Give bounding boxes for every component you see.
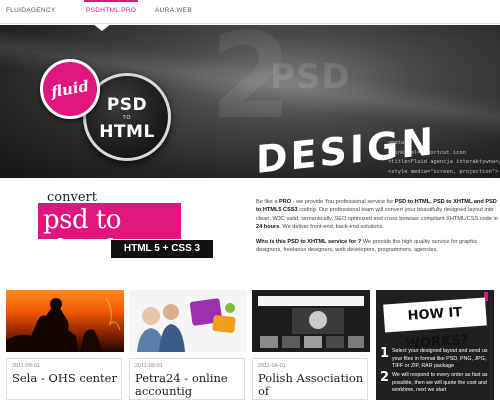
card-date: 2011-09-01 <box>135 363 163 369</box>
card-date: 2011-04-01 <box>258 363 286 369</box>
how-it-works-panel: HOW IT WORKS? 1 Select your designed lay… <box>376 290 494 400</box>
portfolio-card-petra24[interactable]: 2011-09-01 Petra24 - online accountig <box>129 358 245 400</box>
how-it-works-title: HOW IT WORKS? <box>383 297 487 352</box>
nav-link-fluidagency[interactable]: FLUIDAGENCY <box>6 7 56 14</box>
step-text: Select your designed layout and send us … <box>392 348 488 370</box>
nav-link-aura-web[interactable]: AURA.WEB <box>155 7 192 14</box>
intro-text-run: - we provide You professional service fo… <box>291 199 395 205</box>
html5-css3-tag: HTML 5 + CSS 3 <box>111 240 213 258</box>
how-step-1: 1 Select your designed layout and send u… <box>380 346 490 371</box>
card-date: 2011-09-01 <box>12 363 40 369</box>
nav-link-psdhtml-pro[interactable]: PSDHTML.PRO <box>83 0 139 14</box>
portfolio-card-polish-association[interactable]: 2011-04-01 Polish Association of <box>252 358 368 400</box>
convert-headline: convert psd to xhtml HTML 5 + CSS 3 <box>38 190 238 270</box>
intro-bold-text: 24 hours <box>256 224 280 231</box>
emblem-line-to: TO <box>122 115 132 121</box>
intro-bold-text: Who is this PSD to XHTML service for ? <box>256 238 362 245</box>
fluid-logo-text: fluid <box>49 76 91 102</box>
active-nav-caret <box>93 24 111 31</box>
card-title[interactable]: Sela - OHS center <box>12 372 118 385</box>
hero-big-psd: PSD <box>270 57 351 97</box>
portfolio-thumb-polish-association[interactable] <box>252 290 370 352</box>
emblem-line-html: HTML <box>99 122 155 142</box>
portfolio-card-sela[interactable]: 2011-09-01 Sela - OHS center <box>6 358 122 400</box>
step-text: We will respond to every order as fast a… <box>392 372 488 394</box>
step-number: 2 <box>380 370 390 385</box>
intro-bold-text: PRO <box>279 199 292 205</box>
intro-paragraph-1: Be like a PRO - we provide You professio… <box>256 198 498 232</box>
intro-text-run: Be like a <box>256 199 280 205</box>
top-navigation: FLUIDAGENCY PSDHTML.PRO AURA.WEB <box>0 0 500 31</box>
fluid-logo-badge[interactable]: fluid <box>40 59 100 119</box>
how-step-2: 2 We will respond to every order as fast… <box>380 370 490 395</box>
step-number: 1 <box>380 346 390 361</box>
card-title[interactable]: Polish Association of <box>258 372 364 398</box>
firefighter-silhouette-image <box>6 297 121 352</box>
polish-association-site-image <box>252 290 370 352</box>
intro-paragraph-2: Who is this PSD to XHTML service for ? W… <box>256 238 498 255</box>
portfolio-thumb-petra24[interactable] <box>129 290 247 352</box>
portfolio-thumb-sela[interactable] <box>6 290 124 352</box>
card-title[interactable]: Petra24 - online accountig <box>135 372 241 398</box>
psd-to-xhtml-banner: psd to xhtml <box>38 203 181 265</box>
petra24-people-image <box>129 290 247 352</box>
intro-text-run: . We deliver front-end, back-end solutio… <box>279 224 385 231</box>
intro-description: Be like a PRO - we provide You professio… <box>256 198 498 254</box>
